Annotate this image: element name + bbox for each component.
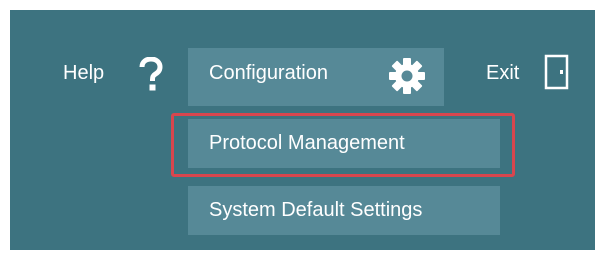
menu-item-protocol-management[interactable]: Protocol Management <box>188 119 500 168</box>
help-label[interactable]: Help <box>63 61 104 85</box>
question-mark-icon[interactable] <box>138 57 164 93</box>
exit-label[interactable]: Exit <box>486 61 519 85</box>
configuration-label[interactable]: Configuration <box>209 61 328 85</box>
gear-icon[interactable] <box>387 56 427 96</box>
menu-item-system-default-settings[interactable]: System Default Settings <box>188 186 500 235</box>
door-exit-icon[interactable] <box>544 54 570 90</box>
